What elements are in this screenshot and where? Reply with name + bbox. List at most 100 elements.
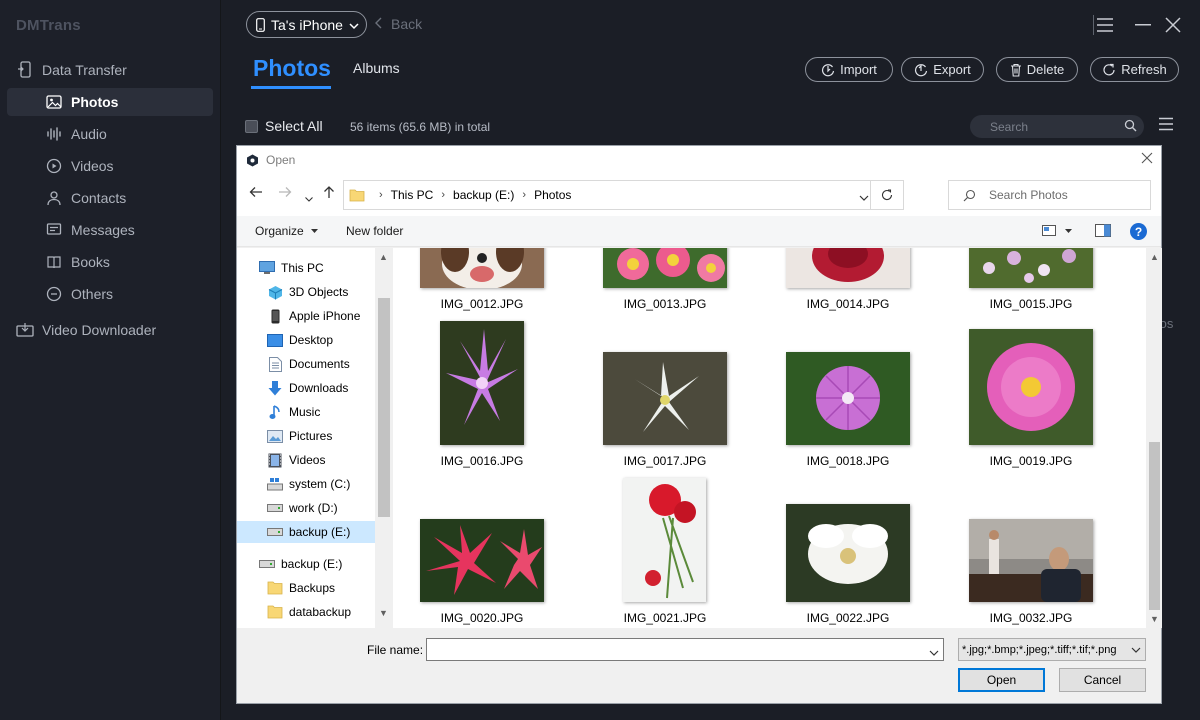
file-type-select[interactable]: *.jpg;*.bmp;*.jpeg;*.tiff;*.tif;*.png bbox=[958, 638, 1146, 661]
cancel-button[interactable]: Cancel bbox=[1059, 668, 1146, 692]
view-options-button[interactable] bbox=[1042, 225, 1072, 236]
menu-icon[interactable] bbox=[1094, 14, 1116, 36]
sidebar-item-videos[interactable]: Videos bbox=[7, 152, 213, 180]
thumbnail-img-0018[interactable] bbox=[786, 352, 910, 445]
tree-item-backup-e[interactable]: backup (E:) bbox=[237, 521, 375, 543]
sidebar-item-data-transfer[interactable]: Data Transfer bbox=[7, 56, 213, 84]
thumbnail-img-0014[interactable] bbox=[786, 248, 910, 288]
search-input[interactable]: Search bbox=[970, 115, 1144, 138]
organize-button[interactable]: Organize bbox=[255, 224, 318, 238]
scroll-up-icon[interactable]: ▲ bbox=[379, 252, 388, 262]
file-name[interactable]: IMG_0016.JPG bbox=[419, 454, 545, 468]
sidebar-item-others[interactable]: Others bbox=[7, 280, 213, 308]
chevron-down-icon[interactable] bbox=[859, 190, 869, 204]
preview-pane-icon[interactable] bbox=[1095, 224, 1111, 237]
file-name[interactable]: IMG_0015.JPG bbox=[968, 297, 1094, 311]
tree-item-backup-e-root[interactable]: backup (E:) bbox=[259, 553, 342, 575]
sidebar-item-audio[interactable]: Audio bbox=[7, 120, 213, 148]
dialog-close-icon[interactable] bbox=[1141, 152, 1153, 167]
messages-icon bbox=[45, 221, 63, 239]
refresh-label: Refresh bbox=[1121, 62, 1167, 77]
file-name[interactable]: IMG_0022.JPG bbox=[785, 611, 911, 625]
file-name-input[interactable] bbox=[426, 638, 944, 661]
tree-item-3d-objects[interactable]: 3D Objects bbox=[267, 281, 348, 303]
tree-item-work-d[interactable]: work (D:) bbox=[267, 497, 338, 519]
tree-item-databackup[interactable]: databackup bbox=[267, 601, 351, 623]
sidebar-item-label: Video Downloader bbox=[42, 322, 157, 338]
command-bar: Organize New folder bbox=[237, 216, 1161, 247]
checkbox[interactable] bbox=[245, 119, 258, 133]
open-button[interactable]: Open bbox=[958, 668, 1045, 692]
tree-item-backups[interactable]: Backups bbox=[267, 577, 335, 599]
file-name[interactable]: IMG_0014.JPG bbox=[785, 297, 911, 311]
thumbnail-img-0017[interactable] bbox=[603, 352, 727, 445]
thumbnail-img-0012[interactable] bbox=[420, 248, 544, 288]
close-icon[interactable] bbox=[1162, 14, 1184, 36]
thumbnail-img-0020[interactable] bbox=[420, 519, 544, 602]
thumbnail-img-0021[interactable] bbox=[623, 478, 706, 602]
sidebar-item-video-downloader[interactable]: Video Downloader bbox=[7, 316, 213, 344]
file-name[interactable]: IMG_0012.JPG bbox=[419, 297, 545, 311]
scroll-down-icon[interactable]: ▼ bbox=[379, 608, 388, 618]
scroll-down-icon[interactable]: ▼ bbox=[1150, 614, 1159, 624]
file-name[interactable]: IMG_0021.JPG bbox=[602, 611, 728, 625]
delete-button[interactable]: Delete bbox=[996, 57, 1078, 82]
refresh-button[interactable]: Refresh bbox=[1090, 57, 1179, 82]
minimize-icon[interactable] bbox=[1132, 14, 1154, 36]
export-button[interactable]: Export bbox=[901, 57, 984, 82]
thumbnail-img-0015[interactable] bbox=[969, 248, 1093, 288]
iphone-icon bbox=[256, 17, 265, 32]
recent-locations-icon[interactable] bbox=[305, 190, 313, 205]
tree-item-videos[interactable]: Videos bbox=[267, 449, 325, 471]
sidebar-item-photos[interactable]: Photos bbox=[7, 88, 213, 116]
breadcrumb-this-pc[interactable]: This PC bbox=[391, 188, 434, 202]
breadcrumb-photos[interactable]: Photos bbox=[534, 188, 571, 202]
refresh-icon[interactable] bbox=[870, 181, 903, 209]
tree-scrollbar-thumb[interactable] bbox=[378, 298, 390, 517]
thumbnail-img-0019[interactable] bbox=[969, 329, 1093, 445]
tree-item-this-pc[interactable]: This PC bbox=[259, 257, 324, 279]
file-name[interactable]: IMG_0020.JPG bbox=[419, 611, 545, 625]
search-photos-input[interactable]: Search Photos bbox=[948, 180, 1151, 210]
new-folder-button[interactable]: New folder bbox=[346, 224, 403, 238]
file-name[interactable]: IMG_0019.JPG bbox=[968, 454, 1094, 468]
tree-item-documents[interactable]: Documents bbox=[267, 353, 350, 375]
scroll-up-icon[interactable]: ▲ bbox=[1150, 252, 1159, 262]
tree-item-pictures[interactable]: Pictures bbox=[267, 425, 332, 447]
thumbnail-img-0013[interactable] bbox=[603, 248, 727, 288]
tree-item-system-c[interactable]: system (C:) bbox=[267, 473, 350, 495]
thumbnail-img-0032[interactable] bbox=[969, 519, 1093, 602]
file-name[interactable]: IMG_0032.JPG bbox=[968, 611, 1094, 625]
tree-item-music[interactable]: Music bbox=[267, 401, 320, 423]
forward-arrow-icon[interactable] bbox=[278, 186, 292, 201]
tree-item-apple-iphone[interactable]: Apple iPhone bbox=[267, 305, 360, 327]
sidebar-item-contacts[interactable]: Contacts bbox=[7, 184, 213, 212]
up-arrow-icon[interactable] bbox=[323, 185, 335, 202]
tree-item-desktop[interactable]: Desktop bbox=[267, 329, 333, 351]
search-icon[interactable] bbox=[1124, 119, 1137, 135]
help-icon[interactable]: ? bbox=[1130, 223, 1147, 240]
thumbnail-img-0022[interactable] bbox=[786, 504, 910, 602]
files-scrollbar-thumb[interactable] bbox=[1149, 442, 1160, 610]
back-arrow-icon[interactable] bbox=[249, 186, 263, 201]
chevron-down-icon[interactable] bbox=[929, 644, 939, 659]
file-name[interactable]: IMG_0013.JPG bbox=[602, 297, 728, 311]
import-button[interactable]: Import bbox=[805, 57, 893, 82]
desktop-icon bbox=[267, 332, 283, 348]
sidebar-item-messages[interactable]: Messages bbox=[7, 216, 213, 244]
delete-label: Delete bbox=[1026, 62, 1065, 77]
tab-photos[interactable]: Photos bbox=[253, 55, 331, 82]
tree-item-downloads[interactable]: Downloads bbox=[267, 377, 348, 399]
chevron-right-icon: › bbox=[379, 189, 383, 201]
file-name[interactable]: IMG_0018.JPG bbox=[785, 454, 911, 468]
sidebar-item-books[interactable]: Books bbox=[7, 248, 213, 276]
select-all-checkbox[interactable]: Select All bbox=[245, 118, 323, 134]
back-button[interactable]: Back bbox=[375, 16, 422, 32]
device-selector[interactable]: Ta's iPhone bbox=[246, 11, 367, 38]
list-view-icon[interactable] bbox=[1158, 117, 1174, 134]
tab-albums[interactable]: Albums bbox=[353, 60, 400, 76]
thumbnail-img-0016[interactable] bbox=[440, 321, 524, 445]
breadcrumb-backup[interactable]: backup (E:) bbox=[453, 188, 514, 202]
address-bar[interactable]: › This PC › backup (E:) › Photos bbox=[343, 180, 904, 210]
file-name[interactable]: IMG_0017.JPG bbox=[602, 454, 728, 468]
